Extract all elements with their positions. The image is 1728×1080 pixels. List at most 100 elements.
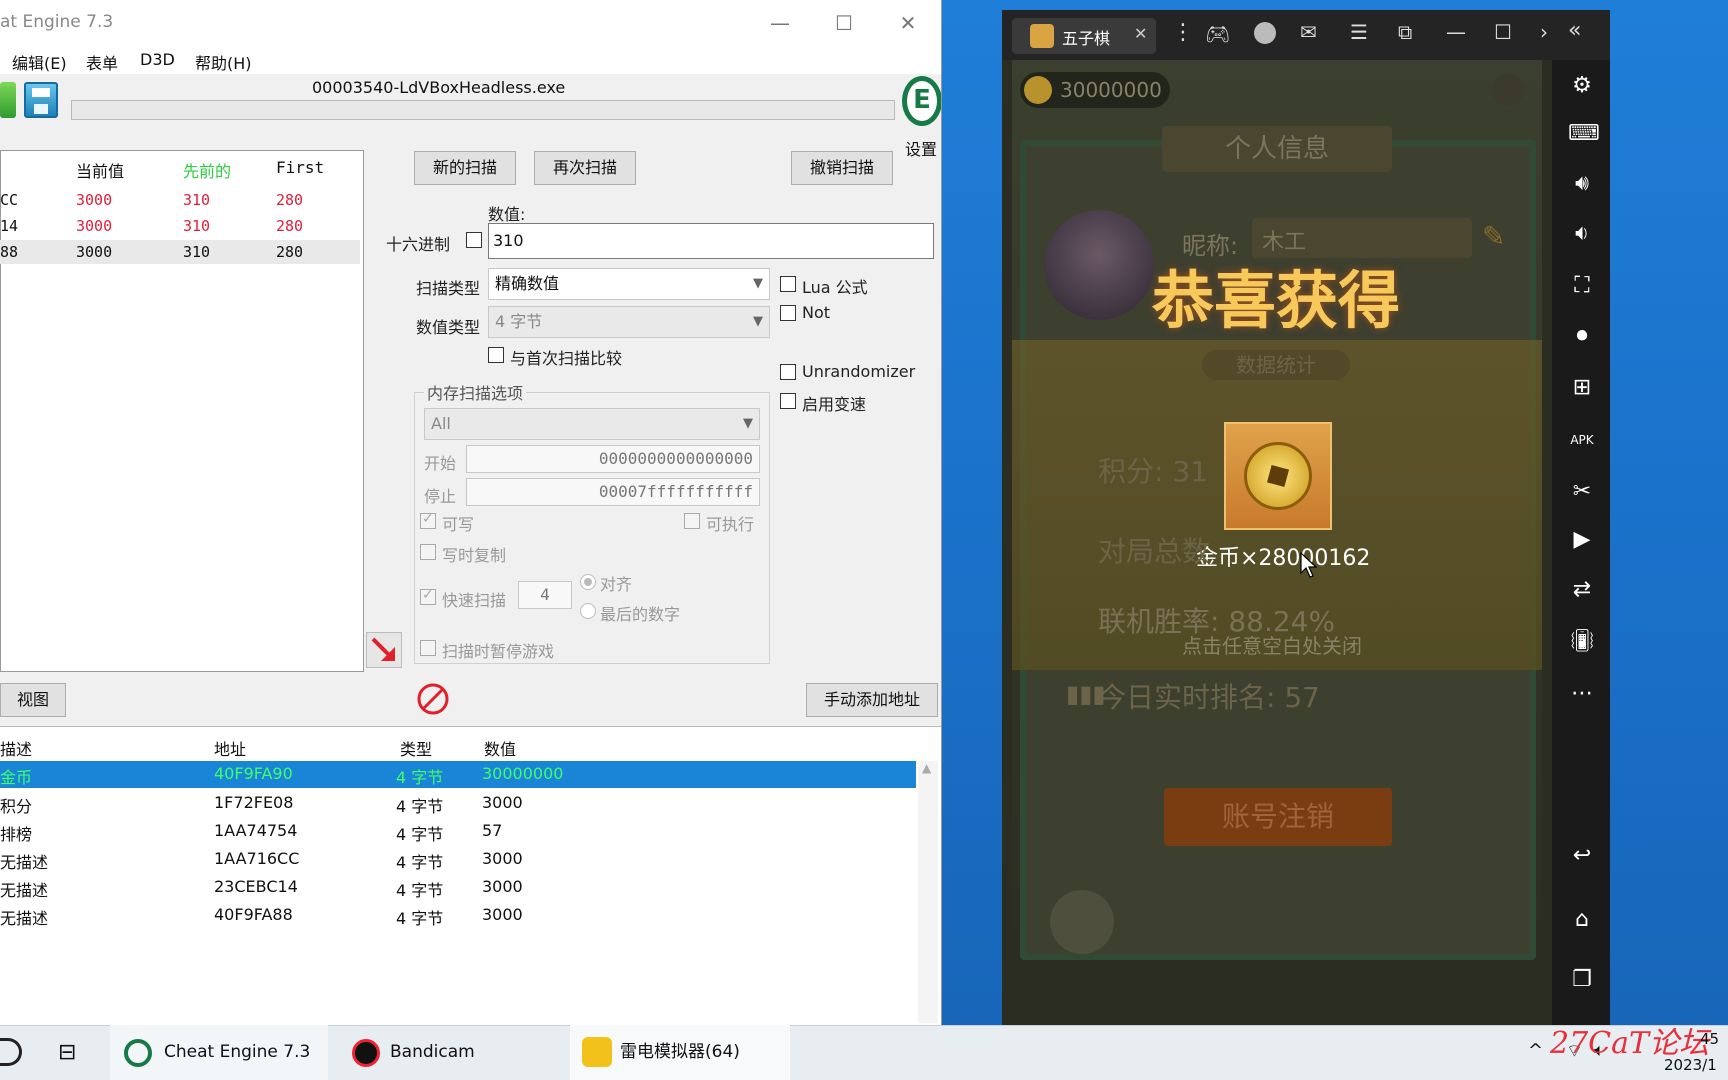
stop-icon[interactable] bbox=[415, 681, 451, 717]
title-bar[interactable]: at Engine 7.3 — ☐ ✕ bbox=[0, 0, 941, 46]
table-row[interactable]: CC 3000 310 280 bbox=[0, 188, 360, 212]
table-row[interactable]: 14 3000 310 280 bbox=[0, 214, 360, 238]
undo-scan-button[interactable]: 撤销扫描 bbox=[791, 151, 893, 185]
last-digits-radio[interactable] bbox=[580, 603, 596, 619]
open-process-icon[interactable] bbox=[0, 82, 16, 118]
table-row[interactable]: 积分 1F72FE08 4 字节 3000 bbox=[0, 790, 916, 817]
record-icon[interactable]: ⏺ bbox=[1568, 322, 1596, 350]
keyboard-icon[interactable]: ⌨ bbox=[1568, 120, 1600, 148]
maximize-icon[interactable]: ☐ bbox=[824, 8, 864, 38]
minimize-icon[interactable]: — bbox=[760, 8, 800, 38]
more-options-icon[interactable]: ⋯ bbox=[1568, 680, 1596, 708]
chevron-right-icon[interactable]: › bbox=[1540, 20, 1548, 44]
table-row[interactable]: 排榜 1AA74754 4 字节 57 bbox=[0, 818, 916, 845]
shake-icon[interactable]: 📳︎ bbox=[1568, 628, 1596, 656]
address-table-scrollbar[interactable]: ▲ bbox=[918, 761, 938, 1023]
copy-on-write-checkbox[interactable] bbox=[420, 544, 436, 560]
android-home-icon[interactable]: ⌂ bbox=[1568, 906, 1596, 934]
emulator-tab[interactable]: 五子棋 ✕ bbox=[1012, 18, 1156, 54]
apk-install-icon[interactable]: APK bbox=[1568, 426, 1596, 454]
results-header-first[interactable]: First bbox=[276, 158, 324, 177]
taskbar-item-bandicam[interactable]: Bandicam bbox=[340, 1025, 540, 1080]
table-header-type[interactable]: 类型 bbox=[400, 736, 432, 760]
chevron-up-icon[interactable]: ▲ bbox=[922, 761, 931, 775]
gamepad-icon[interactable]: 🎮︎ bbox=[1205, 22, 1230, 46]
table-row[interactable]: 无描述 1AA716CC 4 字节 3000 bbox=[0, 846, 916, 873]
scissors-icon[interactable]: ✂ bbox=[1568, 478, 1596, 506]
row-description: 积分 bbox=[0, 797, 33, 816]
table-row[interactable]: 88 3000 310 280 bbox=[0, 240, 360, 264]
volume-up-icon[interactable]: 🔊︎ bbox=[1568, 170, 1596, 198]
task-view-icon[interactable]: ⊟ bbox=[58, 1025, 76, 1080]
back-arrow-icon[interactable] bbox=[1050, 890, 1114, 954]
user-avatar-icon[interactable] bbox=[1254, 22, 1276, 44]
hex-checkbox[interactable] bbox=[466, 232, 482, 248]
unrandomizer-checkbox[interactable] bbox=[780, 364, 796, 380]
lua-formula-checkbox[interactable] bbox=[780, 276, 796, 292]
table-row[interactable]: 金币 40F9FA90 4 字节 30000000 bbox=[0, 761, 916, 788]
add-address-manually-button[interactable]: 手动添加地址 bbox=[806, 683, 938, 717]
not-checkbox[interactable] bbox=[780, 305, 796, 321]
android-recents-icon[interactable]: ❐ bbox=[1568, 966, 1596, 994]
start-address-field[interactable]: 0000000000000000 bbox=[466, 445, 760, 473]
save-icon[interactable] bbox=[24, 82, 58, 118]
taskbar-item-cheat-engine[interactable]: Cheat Engine 7.3 bbox=[110, 1025, 328, 1080]
chevron-up-icon[interactable]: ^ bbox=[1528, 1040, 1543, 1061]
fast-scan-checkbox[interactable] bbox=[420, 587, 436, 605]
pause-game-checkbox[interactable] bbox=[420, 640, 436, 656]
cheat-engine-logo-icon[interactable]: E bbox=[902, 76, 941, 126]
settings-gear-icon[interactable] bbox=[1492, 74, 1524, 106]
menu-edit[interactable]: 编辑(E) bbox=[12, 50, 67, 74]
speedhack-checkbox[interactable] bbox=[780, 393, 796, 409]
menu-table[interactable]: 表单 bbox=[86, 50, 118, 74]
collapse-sidebar-icon[interactable]: « bbox=[1568, 18, 1581, 43]
next-scan-button[interactable]: 再次扫描 bbox=[534, 151, 636, 185]
writable-checkbox[interactable] bbox=[420, 511, 436, 529]
result-current: 3000 bbox=[76, 191, 113, 209]
sync-icon[interactable]: ⇄ bbox=[1568, 576, 1596, 604]
clock-date[interactable]: 2023/1 bbox=[1664, 1056, 1717, 1074]
taskbar-item-ldplayer[interactable]: 雷电模拟器(64) bbox=[570, 1025, 790, 1080]
executable-checkbox[interactable] bbox=[684, 513, 700, 529]
clock-time[interactable]: 45 bbox=[1700, 1030, 1719, 1048]
table-row[interactable]: 无描述 23CEBC14 4 字节 3000 bbox=[0, 874, 916, 901]
add-selected-arrow-icon[interactable] bbox=[366, 632, 402, 668]
settings-label[interactable]: 设置 bbox=[905, 136, 937, 160]
edit-pencil-icon[interactable]: ✎ bbox=[1482, 220, 1505, 253]
more-vertical-icon[interactable]: ⋮ bbox=[1172, 20, 1194, 45]
menu-help[interactable]: 帮助(H) bbox=[195, 50, 252, 74]
table-row[interactable]: 无描述 40F9FA88 4 字节 3000 bbox=[0, 902, 916, 929]
compare-first-checkbox[interactable] bbox=[488, 347, 504, 363]
align-radio[interactable] bbox=[580, 574, 596, 590]
new-scan-button[interactable]: 新的扫描 bbox=[414, 151, 516, 185]
logout-button[interactable]: 账号注销 bbox=[1164, 788, 1392, 846]
add-window-icon[interactable]: ⊞ bbox=[1568, 374, 1596, 402]
fast-scan-value-field[interactable]: 4 bbox=[518, 581, 572, 609]
table-header-value[interactable]: 数值 bbox=[484, 736, 516, 760]
screen-capture-icon[interactable]: ⛶ bbox=[1568, 272, 1596, 300]
minimize-icon[interactable]: — bbox=[1446, 20, 1466, 44]
menu-d3d[interactable]: D3D bbox=[140, 50, 175, 69]
volume-down-icon[interactable]: 🔉︎ bbox=[1568, 220, 1596, 248]
mail-icon[interactable]: ✉ bbox=[1300, 20, 1317, 44]
screenshot-window-icon[interactable]: ⧉ bbox=[1398, 20, 1412, 44]
value-type-select[interactable]: 4 字节 ▼ bbox=[488, 306, 770, 338]
results-header-previous[interactable]: 先前的 bbox=[183, 158, 231, 182]
settings-gear-icon[interactable]: ⚙ bbox=[1568, 72, 1596, 100]
results-header-current[interactable]: 当前值 bbox=[76, 158, 124, 182]
value-input[interactable]: 310 bbox=[488, 223, 934, 259]
tab-close-icon[interactable]: ✕ bbox=[1134, 24, 1147, 43]
close-icon[interactable]: ✕ bbox=[888, 8, 928, 38]
avatar[interactable] bbox=[1044, 210, 1154, 320]
table-header-address[interactable]: 地址 bbox=[214, 736, 246, 760]
menu-icon[interactable]: ☰ bbox=[1350, 20, 1368, 44]
video-play-icon[interactable]: ▶ bbox=[1568, 526, 1596, 554]
memory-region-select[interactable]: All ▼ bbox=[424, 408, 760, 440]
stop-address-field[interactable]: 00007fffffffffff bbox=[466, 478, 760, 506]
maximize-icon[interactable]: ☐ bbox=[1494, 20, 1512, 44]
table-header-description[interactable]: 描述 bbox=[0, 736, 32, 760]
android-back-icon[interactable]: ↩ bbox=[1568, 842, 1596, 870]
memory-view-button[interactable]: 视图 bbox=[0, 683, 66, 717]
game-screen[interactable]: 30000000 个人信息 昵称: 木工 ✎ 恭喜获得 数据统计 金币×2800… bbox=[1002, 60, 1552, 1025]
scan-type-select[interactable]: 精确数值 ▼ bbox=[488, 268, 770, 300]
